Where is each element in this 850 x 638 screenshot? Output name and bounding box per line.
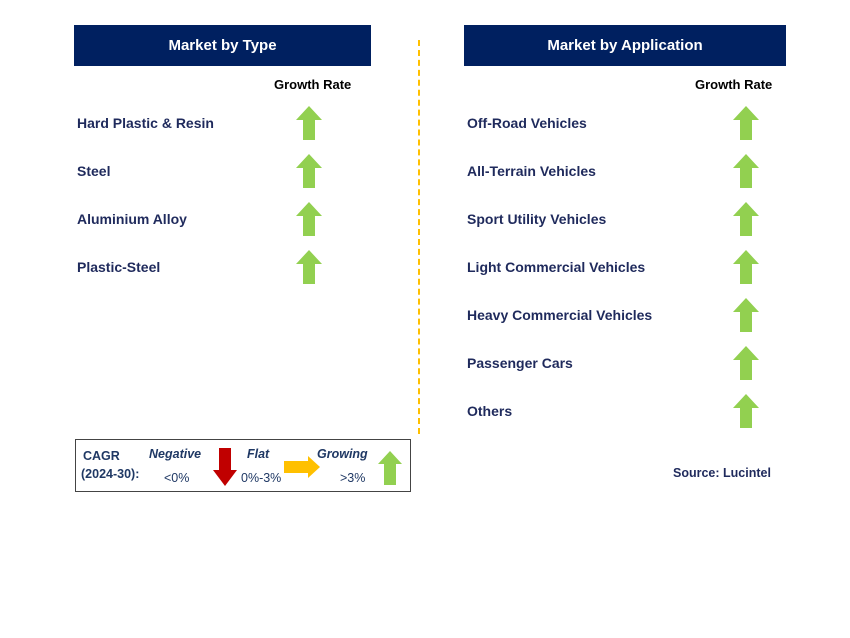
legend: CAGR (2024-30): Negative <0% Flat 0%-3% … (75, 439, 411, 492)
up-arrow-icon (296, 154, 322, 188)
application-header: Market by Application (464, 25, 786, 66)
up-arrow-icon (733, 202, 759, 236)
legend-negative-range: <0% (164, 471, 190, 485)
growth-rate-label-left: Growth Rate (274, 77, 352, 92)
right-item-label: Off-Road Vehicles (467, 115, 587, 131)
legend-growing-range: >3% (340, 471, 366, 485)
up-arrow-icon (733, 106, 759, 140)
down-arrow-icon (213, 448, 237, 486)
type-header: Market by Type (74, 25, 371, 66)
right-item-label: Sport Utility Vehicles (467, 211, 607, 227)
legend-flat: Flat (247, 447, 270, 461)
right-item-label: Light Commercial Vehicles (467, 259, 646, 275)
right-item-label: All-Terrain Vehicles (467, 163, 596, 179)
up-arrow-icon (733, 154, 759, 188)
up-arrow-icon (296, 106, 322, 140)
legend-flat-range: 0%-3% (241, 471, 282, 485)
up-arrow-icon (378, 451, 402, 485)
left-item-label: Plastic-Steel (77, 259, 161, 275)
legend-negative: Negative (149, 447, 202, 461)
up-arrow-icon (296, 250, 322, 284)
left-item-label: Steel (77, 163, 111, 179)
legend-period: (2024-30): (81, 467, 140, 481)
up-arrow-icon (733, 394, 759, 428)
legend-cagr: CAGR (83, 449, 120, 463)
right-arrow-icon (284, 456, 320, 478)
up-arrow-icon (733, 346, 759, 380)
legend-growing: Growing (317, 447, 368, 461)
right-item-label: Others (467, 403, 513, 419)
up-arrow-icon (296, 202, 322, 236)
source: Source: Lucintel (673, 466, 771, 480)
left-item-label: Hard Plastic & Resin (77, 115, 214, 131)
up-arrow-icon (733, 298, 759, 332)
right-item-label: Heavy Commercial Vehicles (467, 307, 653, 323)
left-item-label: Aluminium Alloy (77, 211, 187, 227)
divider (418, 40, 420, 434)
growth-rate-label-right: Growth Rate (695, 77, 773, 92)
right-item-label: Passenger Cars (467, 355, 573, 371)
up-arrow-icon (733, 250, 759, 284)
